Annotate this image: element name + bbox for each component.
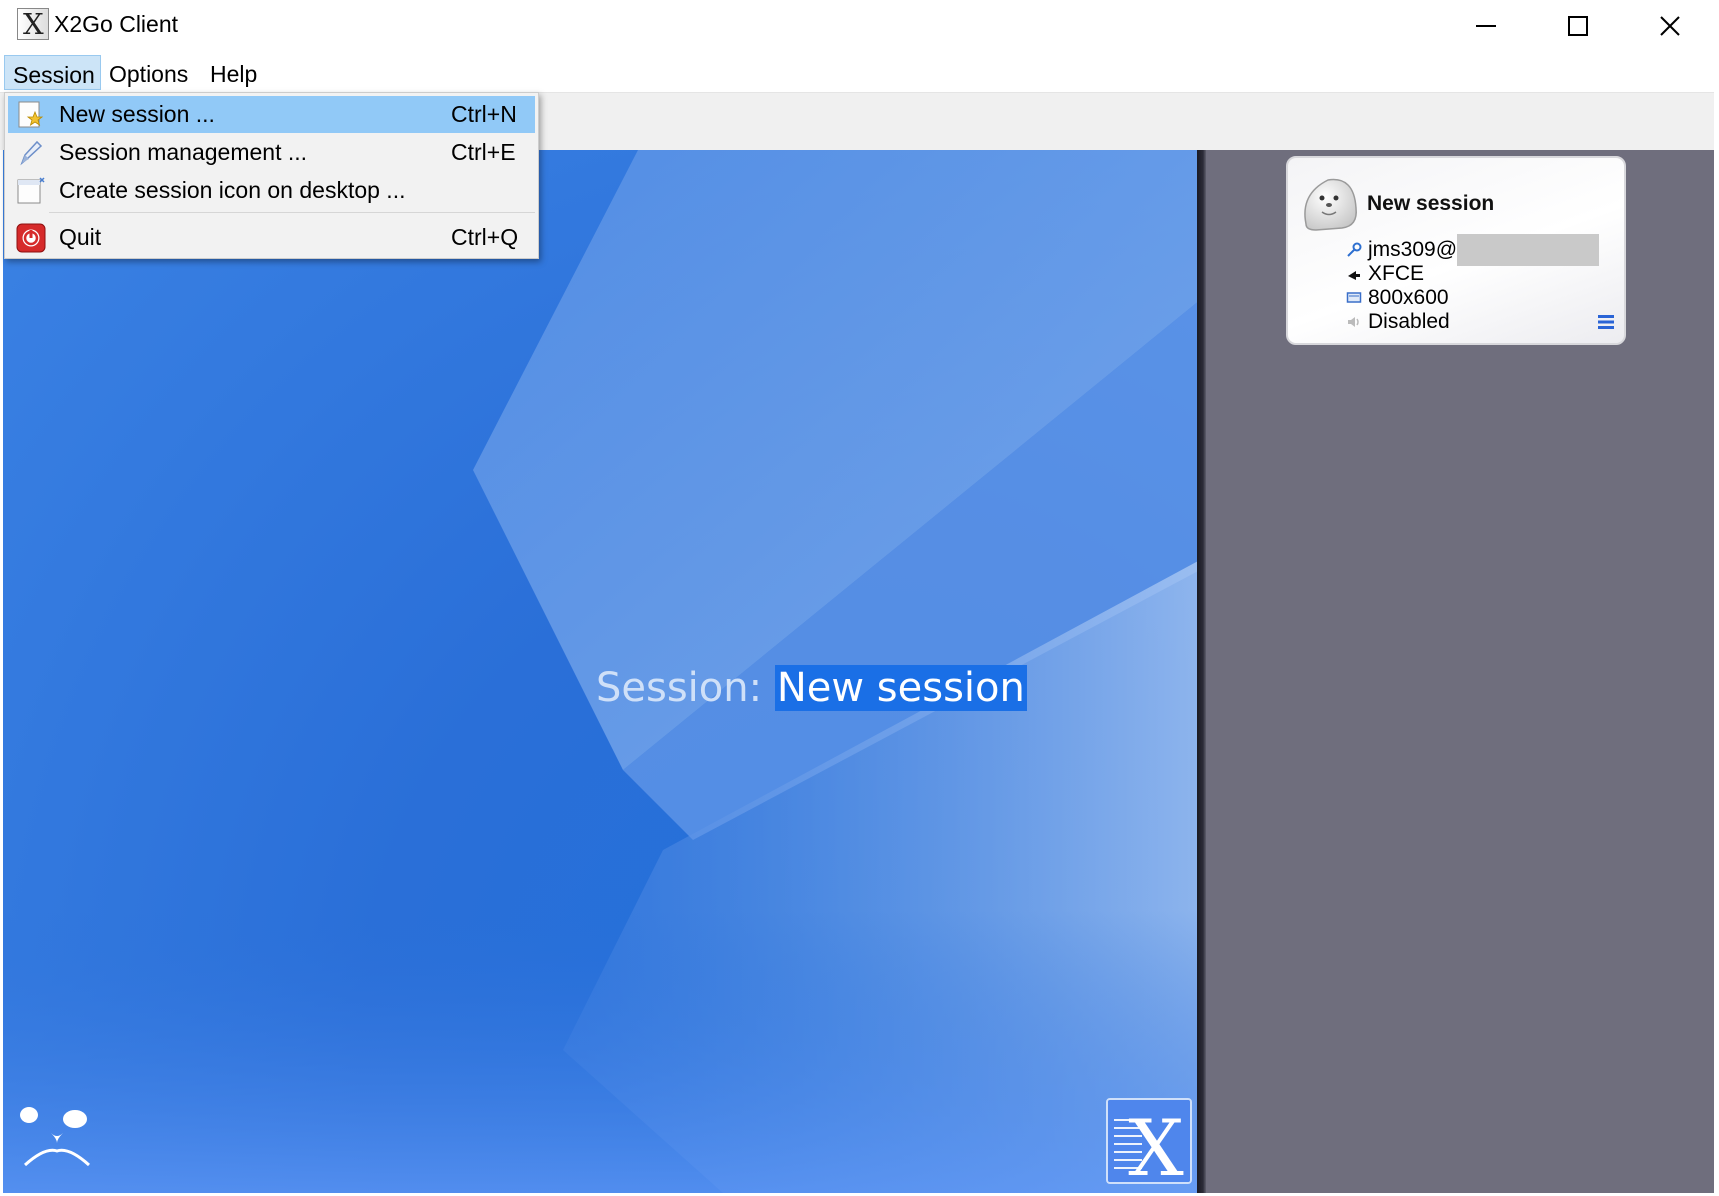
session-caption-prefix: Session:: [596, 665, 775, 711]
session-card-resolution: 800x600: [1368, 286, 1449, 309]
menu-item-session-management[interactable]: Session management ... Ctrl+E: [8, 134, 535, 171]
session-card-user-row: jms309@: [1346, 234, 1600, 266]
session-card-sound-row: Disabled: [1346, 310, 1450, 334]
x2go-seal-icon: [20, 1107, 91, 1167]
minimize-button[interactable]: [1440, 0, 1532, 51]
menu-item-shortcut: Ctrl+Q: [451, 224, 519, 250]
menu-item-shortcut: Ctrl+E: [451, 139, 516, 165]
window-title: X2Go Client: [54, 11, 179, 37]
svg-text:X: X: [1128, 1104, 1184, 1184]
session-card-user: jms309@: [1368, 238, 1458, 261]
menu-separator: [49, 212, 535, 213]
window-right-edge: [1714, 92, 1719, 1196]
session-card-title: New session: [1367, 192, 1495, 215]
key-icon: [1346, 242, 1362, 258]
menu-item-quit[interactable]: Quit Ctrl+Q: [8, 219, 535, 256]
seal-avatar-icon: [1304, 178, 1357, 231]
menu-item-new-session[interactable]: New session ... Ctrl+N: [8, 96, 535, 133]
menu-bar: Session Options Help: [0, 51, 1719, 92]
menu-item-label: Quit: [59, 224, 102, 250]
desktop-shortcut-icon: [17, 177, 45, 204]
session-menu-dropdown: New session ... Ctrl+N Session managemen…: [4, 92, 539, 259]
session-card-sound: Disabled: [1368, 310, 1450, 333]
power-icon: [16, 223, 46, 253]
speaker-icon: [1346, 314, 1362, 330]
session-card-desktop: XFCE: [1368, 262, 1425, 285]
menu-session[interactable]: Session: [4, 55, 101, 90]
session-caption: Session: New session: [596, 665, 1027, 711]
display-icon: [1346, 290, 1362, 306]
session-card-desktop-row: XFCE: [1346, 262, 1424, 286]
menu-item-create-desktop-icon[interactable]: Create session icon on desktop ...: [8, 172, 535, 209]
title-bar: X X2Go Client: [0, 0, 1719, 51]
hamburger-menu-icon[interactable]: [1598, 314, 1614, 330]
session-card[interactable]: New session jms309@ XFCE 800x600 Disable…: [1286, 156, 1626, 345]
maximize-button[interactable]: [1532, 0, 1624, 51]
session-card-resolution-row: 800x600: [1346, 286, 1449, 310]
maximize-icon: [1568, 15, 1588, 36]
arrow-icon: [1346, 266, 1362, 282]
minimize-icon: [1476, 24, 1496, 27]
new-session-icon: [18, 101, 44, 128]
redacted-host: [1457, 234, 1600, 266]
close-icon: [1660, 15, 1680, 36]
close-button[interactable]: [1624, 0, 1716, 51]
session-caption-name: New session: [774, 665, 1027, 711]
menu-item-shortcut: Ctrl+N: [451, 101, 517, 127]
x2go-logo-icon: X: [17, 7, 49, 41]
menu-item-label: Session management ...: [59, 139, 308, 165]
menu-item-label: Create session icon on desktop ...: [59, 177, 406, 203]
pencil-icon: [20, 140, 43, 166]
menu-options[interactable]: Options: [101, 55, 196, 90]
x2go-x-logo-icon: X: [1106, 1098, 1192, 1184]
menu-item-label: New session ...: [59, 101, 215, 127]
menu-help[interactable]: Help: [202, 55, 272, 90]
session-preview-panel: Session: New session X: [3, 150, 1200, 1193]
